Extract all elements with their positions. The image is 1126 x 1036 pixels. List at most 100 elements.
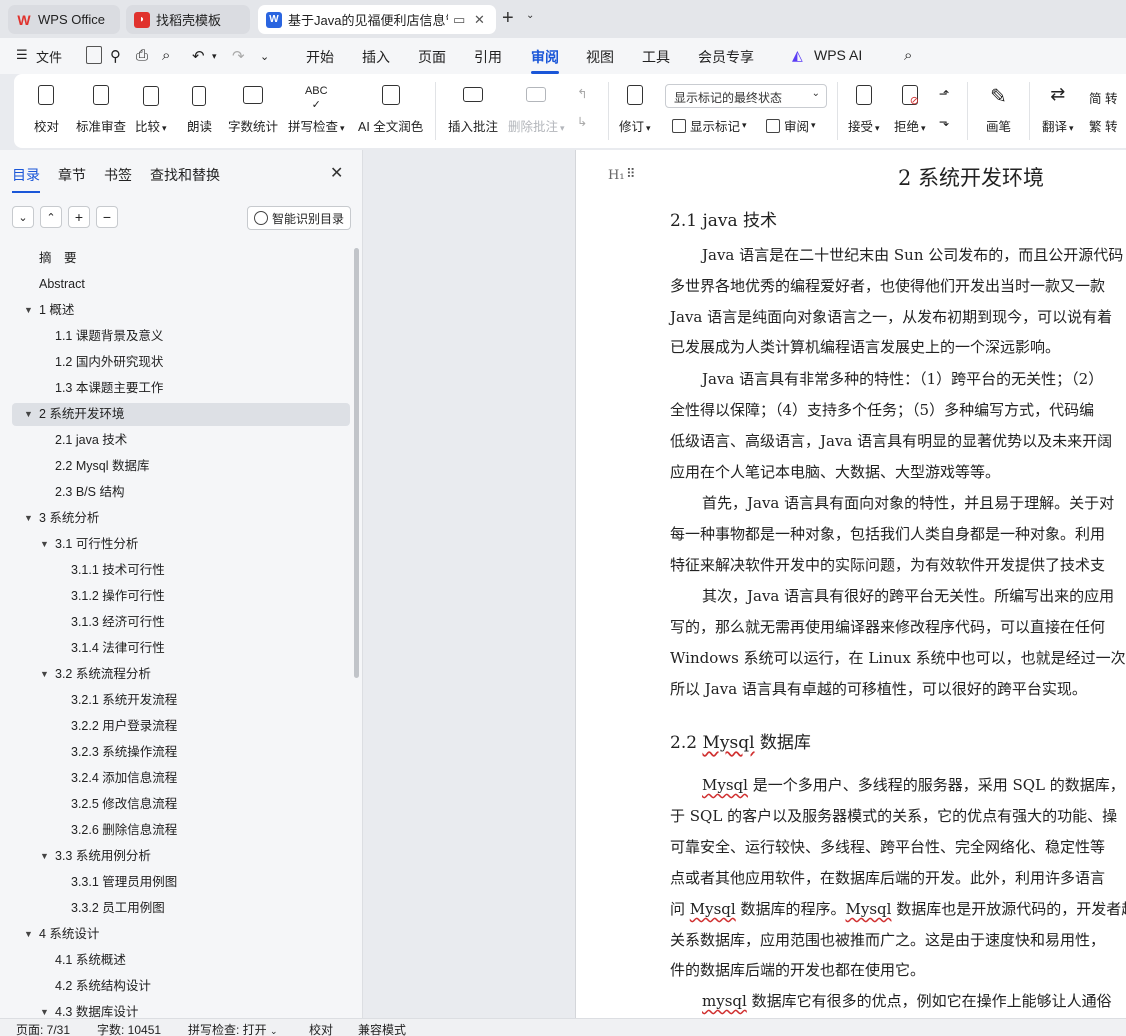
toc-item[interactable]: 4.2 系统结构设计: [12, 975, 350, 998]
expand-arrow-icon[interactable]: ▼: [24, 923, 33, 946]
proofread-button[interactable]: 校对: [34, 84, 59, 135]
toc-item[interactable]: 3.2.1 系统开发流程: [12, 689, 350, 712]
tab-find-replace[interactable]: 查找和替换: [150, 165, 220, 185]
tab-sections[interactable]: 章节: [58, 165, 86, 185]
expand-arrow-icon[interactable]: ▼: [24, 507, 33, 530]
toc-item[interactable]: 3.2.2 用户登录流程: [12, 715, 350, 738]
menu-start[interactable]: 开始: [306, 47, 334, 67]
tab-wps-office[interactable]: W WPS Office: [8, 5, 120, 34]
tab-bookmarks[interactable]: 书签: [104, 165, 132, 185]
print-icon[interactable]: ⎙: [136, 47, 148, 64]
tab-toc[interactable]: 目录: [12, 165, 40, 193]
expand-up-button[interactable]: ⌃: [40, 206, 62, 228]
toc-item[interactable]: 1.2 国内外研究现状: [12, 351, 350, 374]
spell-check-status[interactable]: 拼写检查: 打开 ⌄: [188, 1021, 278, 1036]
next-change-icon[interactable]: ⬎: [939, 114, 949, 129]
toc-item[interactable]: ▼ 1 概述: [12, 299, 350, 322]
hamburger-icon[interactable]: ☰: [16, 47, 28, 63]
toc-item[interactable]: 3.3.1 管理员用例图: [12, 871, 350, 894]
remove-heading-button[interactable]: −: [96, 206, 118, 228]
toc-item[interactable]: ▼ 4 系统设计: [12, 923, 350, 946]
show-markup-button[interactable]: 显示标记 ▾: [672, 116, 747, 135]
more-dropdown-icon[interactable]: ⌄: [260, 50, 269, 63]
menu-tools[interactable]: 工具: [642, 47, 670, 67]
to-simplified-button[interactable]: 简 转: [1089, 88, 1117, 107]
toc-item[interactable]: 2.3 B/S 结构: [12, 481, 350, 504]
toc-item[interactable]: ▼ 3.2 系统流程分析: [12, 663, 350, 686]
toc-item[interactable]: 1.3 本课题主要工作: [12, 377, 350, 400]
spell-check-button[interactable]: ABC ✓ 拼写检查 ▾: [288, 84, 345, 135]
toc-item[interactable]: Abstract: [12, 273, 350, 296]
toc-item[interactable]: 3.1.2 操作可行性: [12, 585, 350, 608]
compare-button[interactable]: 比较 ▾: [135, 84, 167, 135]
collapse-all-button[interactable]: ⌄: [12, 206, 34, 228]
share-icon[interactable]: ⚲: [110, 47, 121, 65]
menu-references[interactable]: 引用: [474, 47, 502, 67]
page-indicator[interactable]: 页面: 7/31: [16, 1021, 70, 1036]
reject-button[interactable]: ⊘ 拒绝 ▾: [894, 84, 926, 135]
search-icon[interactable]: ⌕: [904, 47, 912, 64]
menu-wps-ai[interactable]: WPS AI: [814, 47, 862, 63]
menu-page[interactable]: 页面: [418, 47, 446, 67]
standard-review-button[interactable]: 标准审查: [76, 84, 126, 135]
undo-dropdown-icon[interactable]: ▾: [212, 51, 217, 62]
toc-item[interactable]: ▼ 4.3 数据库设计: [12, 1001, 350, 1018]
toc-item[interactable]: ▼ 2 系统开发环境: [12, 403, 350, 426]
prev-change-icon[interactable]: ⬏: [939, 86, 949, 101]
new-tab-icon[interactable]: +: [502, 8, 514, 28]
word-count-indicator[interactable]: 字数: 10451: [97, 1021, 161, 1036]
redo-icon[interactable]: ↷: [232, 47, 245, 65]
toc-item[interactable]: 3.2.4 添加信息流程: [12, 767, 350, 790]
toc-item[interactable]: 1.1 课题背景及意义: [12, 325, 350, 348]
toc-item[interactable]: ▼ 3.3 系统用例分析: [12, 845, 350, 868]
expand-arrow-icon[interactable]: ▼: [40, 663, 49, 686]
read-aloud-button[interactable]: 朗读: [187, 84, 212, 135]
smart-toc-button[interactable]: 智能识别目录: [247, 206, 351, 230]
close-tab-icon[interactable]: ✕: [474, 12, 485, 28]
to-traditional-button[interactable]: 繁 转: [1089, 116, 1117, 135]
add-heading-button[interactable]: +: [68, 206, 90, 228]
toc-item[interactable]: 2.1 java 技术: [12, 429, 350, 452]
expand-arrow-icon[interactable]: ▼: [40, 1001, 49, 1018]
toc-item[interactable]: ▼ 3 系统分析: [12, 507, 350, 530]
toc-scrollbar[interactable]: [354, 248, 359, 678]
delete-comment-button[interactable]: 删除批注 ▾: [508, 84, 565, 135]
toc-item[interactable]: 2.2 Mysql 数据库: [12, 455, 350, 478]
monitor-icon[interactable]: ▭: [453, 12, 465, 28]
expand-arrow-icon[interactable]: ▼: [24, 299, 33, 322]
proofread-status[interactable]: 校对: [309, 1021, 333, 1036]
pen-button[interactable]: ✎ 画笔: [986, 84, 1011, 135]
word-count-button[interactable]: 字数统计: [228, 84, 278, 135]
toc-item[interactable]: 3.1.3 经济可行性: [12, 611, 350, 634]
print-preview-icon[interactable]: ⌕: [162, 47, 170, 64]
next-comment-icon[interactable]: ↳: [577, 114, 587, 129]
close-panel-icon[interactable]: ✕: [330, 163, 343, 183]
menu-view[interactable]: 视图: [586, 47, 614, 67]
toc-item[interactable]: ▼ 3.1 可行性分析: [12, 533, 350, 556]
document-page[interactable]: H₁ ⠿ 2 系统开发环境 2.1 java 技术 Java 语言是在二十世纪末…: [575, 150, 1126, 1018]
menu-file[interactable]: 文件: [36, 47, 62, 66]
save-icon[interactable]: [86, 46, 102, 64]
accept-button[interactable]: 接受 ▾: [848, 84, 880, 135]
drag-handle-icon[interactable]: ⠿: [626, 166, 636, 182]
menu-review[interactable]: 审阅: [531, 47, 559, 74]
undo-icon[interactable]: ↶: [192, 47, 205, 65]
toc-item[interactable]: 4.1 系统概述: [12, 949, 350, 972]
menu-member[interactable]: 会员专享: [698, 47, 754, 67]
toc-item[interactable]: 3.1.1 技术可行性: [12, 559, 350, 582]
expand-arrow-icon[interactable]: ▼: [40, 845, 49, 868]
toc-item[interactable]: 摘 要: [12, 247, 350, 270]
track-changes-button[interactable]: 修订 ▾: [619, 84, 651, 135]
heading-level-marker[interactable]: H₁: [608, 168, 625, 183]
toc-item[interactable]: 3.2.6 删除信息流程: [12, 819, 350, 842]
tab-docer[interactable]: ◗ 找稻壳模板: [126, 5, 250, 34]
expand-arrow-icon[interactable]: ▼: [24, 403, 33, 426]
display-mode-select[interactable]: 显示标记的最终状态 ⌄: [665, 84, 827, 108]
tab-document[interactable]: W 基于Java的见福便利店信息管 ▭ ✕: [258, 5, 496, 34]
toc-item[interactable]: 3.2.5 修改信息流程: [12, 793, 350, 816]
tab-list-dropdown-icon[interactable]: ⌄: [526, 10, 534, 21]
translate-button[interactable]: ⇄ 翻译 ▾: [1042, 84, 1074, 135]
review-pane-button[interactable]: 审阅 ▾: [766, 116, 816, 135]
insert-comment-button[interactable]: 插入批注: [448, 84, 498, 135]
toc-item[interactable]: 3.3.2 员工用例图: [12, 897, 350, 920]
